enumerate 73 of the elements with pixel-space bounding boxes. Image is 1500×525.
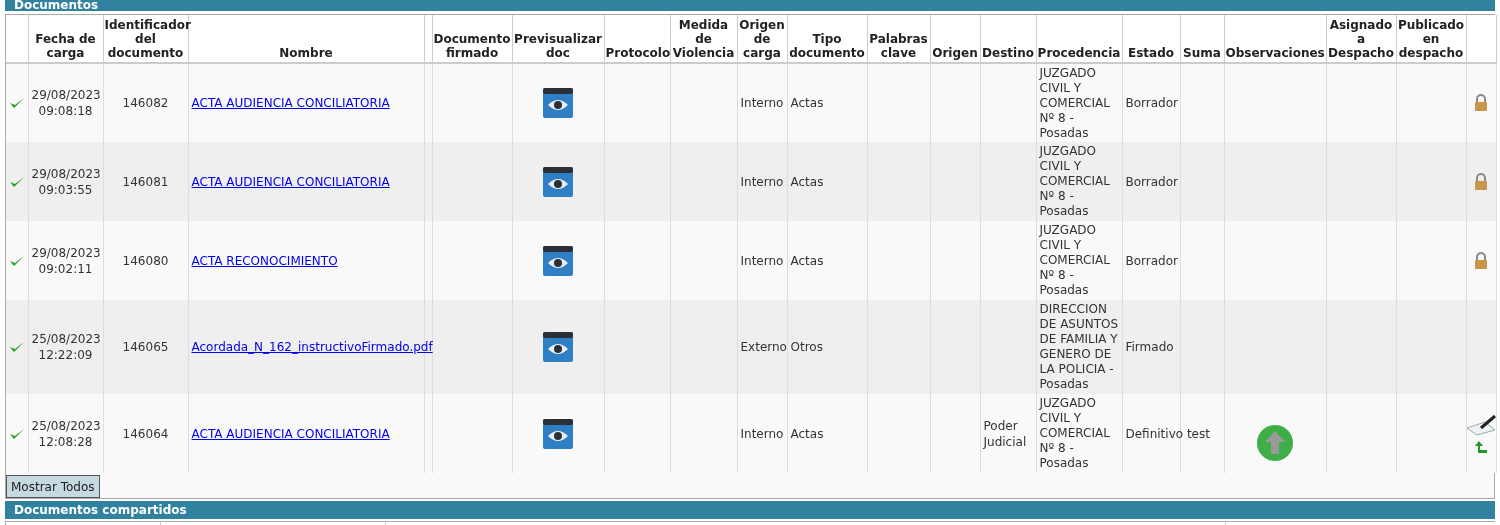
column-header: Destino (982, 46, 1034, 60)
checkmark-icon (9, 96, 25, 110)
column-header: Nombre (279, 46, 333, 60)
lock-icon (1474, 94, 1488, 112)
date-cell: 29/08/2023 09:03:55 (31, 166, 101, 197)
column-header: Suma (1183, 46, 1221, 60)
origin-court-cell: DIRECCION DE ASUNTOS DE FAMILIA Y GENERO DE LA POLICIA - Posadas (1039, 302, 1119, 391)
preview-icon[interactable] (542, 165, 574, 198)
id-cell: 146081 (122, 174, 169, 189)
checkmark-icon (9, 253, 25, 268)
document-link[interactable]: Acordada_N_162_instructivoFirmado.pdf (191, 340, 433, 354)
document-link[interactable]: ACTA AUDIENCIA CONCILIATORIA (191, 96, 390, 110)
preview-icon[interactable] (542, 244, 574, 277)
type-cell: Actas (790, 253, 824, 268)
id-cell: 146082 (122, 96, 169, 110)
id-cell: 146064 (122, 426, 169, 441)
status-cell: Firmado (1125, 340, 1174, 354)
column-header: Fecha de carga (35, 32, 96, 60)
type-cell: Actas (790, 96, 824, 110)
document-link[interactable]: ACTA AUDIENCIA CONCILIATORIA (191, 174, 390, 189)
sign-document-icon[interactable] (1465, 413, 1497, 436)
origin-cell: Interno (740, 426, 784, 441)
origin-court-cell: JUZGADO CIVIL Y COMERCIAL Nº 8 - Posadas (1039, 65, 1110, 140)
checkmark-icon (9, 340, 25, 354)
column-header: Estado (1128, 46, 1174, 60)
column-header: Documento firmado (433, 32, 511, 60)
document-link[interactable]: ACTA AUDIENCIA CONCILIATORIA (191, 426, 390, 441)
column-header: Origen (932, 46, 978, 60)
origin-court-cell: JUZGADO CIVIL Y COMERCIAL Nº 8 - Posadas (1039, 223, 1110, 297)
column-header: Procedencia (1037, 46, 1121, 60)
column-header: Tipo documento (789, 32, 865, 60)
status-cell: Borrador (1125, 96, 1178, 110)
checkmark-icon (9, 426, 25, 441)
origin-cell: Interno (740, 174, 784, 189)
id-cell: 146080 (122, 253, 169, 268)
preview-icon[interactable] (542, 87, 574, 119)
column-header: Observaciones (1225, 46, 1325, 60)
id-cell: 146065 (122, 340, 169, 354)
type-cell: Actas (790, 174, 824, 189)
document-link[interactable]: ACTA RECONOCIMIENTO (191, 253, 338, 268)
column-header: Origen de carga (739, 18, 785, 60)
status-cell: Definitivo test (1125, 426, 1210, 441)
date-cell: 29/08/2023 09:02:11 (31, 245, 101, 276)
type-cell: Actas (790, 426, 824, 441)
checkmark-icon (9, 174, 25, 189)
column-header: Identificador del documento (104, 18, 191, 60)
origin-cell: Interno (740, 253, 784, 268)
origin-court-cell: JUZGADO CIVIL Y COMERCIAL Nº 8 - Posadas (1039, 396, 1110, 470)
date-cell: 25/08/2023 12:22:09 (31, 332, 101, 362)
origin-cell: Interno (740, 96, 784, 110)
lock-icon (1474, 172, 1488, 191)
type-cell: Otros (790, 340, 823, 354)
status-cell: Borrador (1125, 253, 1178, 268)
column-header: Previsualizar doc (514, 32, 602, 60)
status-cell: Borrador (1125, 174, 1178, 189)
lock-icon (1474, 251, 1488, 270)
column-header: Palabras clave (869, 32, 928, 60)
show-all-button[interactable]: Mostrar Todos (6, 475, 100, 498)
preview-icon[interactable] (542, 331, 574, 363)
section-title: Documentos (13, 0, 100, 11)
column-header: Protocolo (605, 46, 671, 60)
date-cell: 29/08/2023 09:08:18 (31, 88, 101, 118)
date-cell: 25/08/2023 12:08:28 (31, 418, 101, 449)
column-header: Asignado a Despacho (1328, 18, 1394, 60)
column-header: Publicado en despacho (1397, 18, 1465, 60)
arrow-icon[interactable] (1474, 439, 1488, 454)
upload-button[interactable] (1256, 423, 1294, 462)
column-header: Medida de Violencia (672, 18, 735, 60)
preview-icon[interactable] (542, 417, 574, 450)
section-title: Documentos compartidos (13, 502, 188, 519)
origin-court-cell: JUZGADO CIVIL Y COMERCIAL Nº 8 - Posadas (1039, 144, 1110, 218)
origin-cell: Externo (740, 340, 787, 354)
destination-cell: Poder Judicial (983, 418, 1027, 449)
